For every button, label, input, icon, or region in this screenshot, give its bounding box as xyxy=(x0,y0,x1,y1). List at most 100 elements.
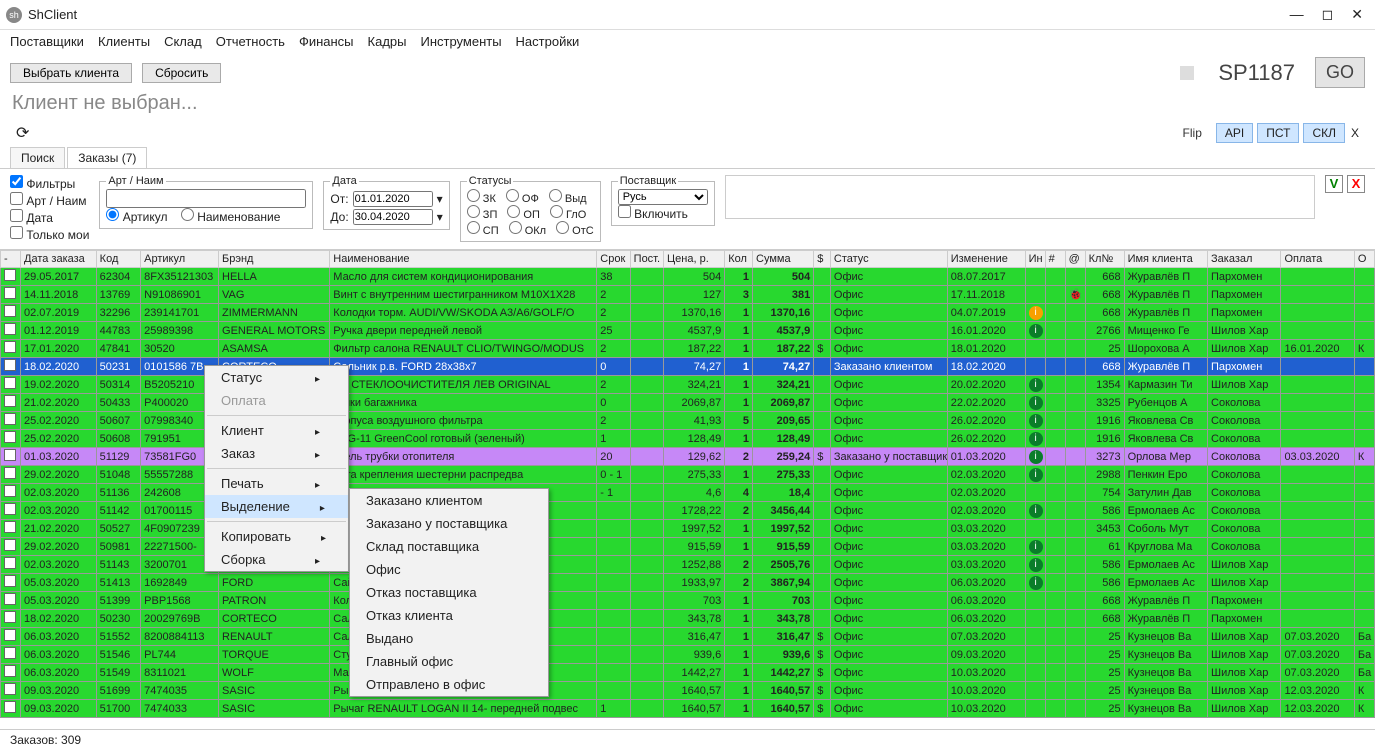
cancel-icon[interactable]: X xyxy=(1347,175,1365,193)
toolbar-client: Выбрать клиента Сбросить SP1187 GO xyxy=(0,53,1375,92)
col-header[interactable]: Артикул xyxy=(141,251,219,268)
col-header[interactable]: Срок xyxy=(597,251,630,268)
col-header[interactable]: Кол xyxy=(725,251,753,268)
col-header[interactable]: Дата заказа xyxy=(21,251,97,268)
table-row[interactable]: 06.03.202051546PL744TORQUEСтупи939,61939… xyxy=(1,646,1375,664)
date-from[interactable] xyxy=(353,191,433,207)
reset-button[interactable]: Сбросить xyxy=(142,63,221,83)
table-row[interactable]: 09.03.2020516997474035SASICРычаг1640,571… xyxy=(1,682,1375,700)
col-header[interactable]: Сумма xyxy=(753,251,814,268)
fs-art: Арт / Наим Артикул Наименование xyxy=(99,175,313,229)
col-header[interactable]: Заказал xyxy=(1208,251,1281,268)
table-row[interactable]: 29.05.2017623048FX35121303HELLAМасло для… xyxy=(1,268,1375,286)
sp-prefix-box xyxy=(1180,66,1194,80)
col-header[interactable]: Цена, р. xyxy=(664,251,725,268)
ctx-item[interactable]: Сборка xyxy=(205,548,348,571)
col-header[interactable]: Код xyxy=(96,251,141,268)
window-title: ShClient xyxy=(28,7,1290,22)
table-row[interactable]: 06.03.2020515498311021WOLFМасло1442,2711… xyxy=(1,664,1375,682)
menu-Инструменты[interactable]: Инструменты xyxy=(420,34,501,49)
date-to[interactable] xyxy=(353,209,433,225)
cb-date[interactable]: Дата xyxy=(10,209,89,226)
menu-Настройки[interactable]: Настройки xyxy=(516,34,580,49)
table-row[interactable]: 14.11.201813769N91086901VAGВинт с внутре… xyxy=(1,286,1375,304)
table-row[interactable]: 17.01.20204784130520ASAMSAФильтр салона … xyxy=(1,340,1375,358)
go-button[interactable]: GO xyxy=(1315,57,1365,88)
menu-Финансы[interactable]: Финансы xyxy=(299,34,354,49)
col-header[interactable]: О xyxy=(1354,251,1374,268)
col-header[interactable]: Наименование xyxy=(330,251,597,268)
ctx-item[interactable]: Статус xyxy=(205,366,348,389)
ctx-sub-item[interactable]: Заказано у поставщика xyxy=(350,512,548,535)
col-header[interactable]: Статус xyxy=(830,251,947,268)
table-row[interactable]: 09.03.2020517007474033SASICРычаг RENAULT… xyxy=(1,700,1375,718)
ctx-item[interactable]: Оплата xyxy=(205,389,348,412)
close-panel[interactable]: X xyxy=(1345,124,1365,142)
table-row[interactable]: 18.02.20205023020029769BCORTECOСальн343,… xyxy=(1,610,1375,628)
context-submenu-selection[interactable]: Заказано клиентомЗаказано у поставщикаСк… xyxy=(349,488,549,697)
ctx-sub-item[interactable]: Отказ клиента xyxy=(350,604,548,627)
art-input[interactable] xyxy=(106,189,306,208)
orders-table-wrap[interactable]: -Дата заказаКодАртикулБрэндНаименованиеС… xyxy=(0,249,1375,729)
cb-include[interactable]: Включить xyxy=(618,207,688,221)
cb-art[interactable]: Арт / Наим xyxy=(10,192,89,209)
r-art[interactable]: Артикул xyxy=(106,210,167,224)
ctx-sub-item[interactable]: Офис xyxy=(350,558,548,581)
menu-Отчетность[interactable]: Отчетность xyxy=(216,34,285,49)
titlebar: sh ShClient — ◻ ✕ xyxy=(0,0,1375,30)
menubar: Поставщики Клиенты Склад Отчетность Финансы К… xyxy=(0,30,1375,53)
ctx-item[interactable]: Заказ xyxy=(205,442,348,465)
col-header[interactable]: Ин xyxy=(1025,251,1045,268)
refresh-icon[interactable]: ⟳ xyxy=(10,121,35,145)
ctx-sub-item[interactable]: Заказано клиентом xyxy=(350,489,548,512)
pst-badge[interactable]: ПСТ xyxy=(1257,123,1299,143)
tab-orders[interactable]: Заказы (7) xyxy=(67,147,147,168)
col-header[interactable]: Пост. xyxy=(630,251,663,268)
app-logo: sh xyxy=(6,7,22,23)
ctx-item[interactable]: Выделение xyxy=(205,495,348,518)
cb-mine[interactable]: Только мои xyxy=(10,226,89,243)
col-header[interactable]: Изменение xyxy=(947,251,1025,268)
ctx-sub-item[interactable]: Склад поставщика xyxy=(350,535,548,558)
col-header[interactable]: $ xyxy=(814,251,831,268)
table-row[interactable]: 05.03.2020514131692849FORDСайле1933,9723… xyxy=(1,574,1375,592)
supplier-select[interactable]: Русь xyxy=(618,189,708,205)
menu-Клиенты[interactable]: Клиенты xyxy=(98,34,150,49)
skl-badge[interactable]: СКЛ xyxy=(1303,123,1345,143)
apply-icon[interactable]: V xyxy=(1325,175,1343,193)
ctx-sub-item[interactable]: Отказ поставщика xyxy=(350,581,548,604)
col-header[interactable]: # xyxy=(1045,251,1065,268)
maximize-icon[interactable]: ◻ xyxy=(1322,6,1334,23)
cb-filters[interactable]: Фильтры xyxy=(10,175,89,192)
tab-search[interactable]: Поиск xyxy=(10,147,65,168)
table-row[interactable]: 05.03.202051399PBP1568PATRONКолод7031703… xyxy=(1,592,1375,610)
table-row[interactable]: 01.12.20194478325989398GENERAL MOTORSРуч… xyxy=(1,322,1375,340)
menu-Склад[interactable]: Склад xyxy=(164,34,202,49)
ctx-sub-item[interactable]: Выдано xyxy=(350,627,548,650)
context-menu[interactable]: СтатусОплата КлиентЗаказ ПечатьВыделение Ко… xyxy=(204,365,349,572)
col-header[interactable]: @ xyxy=(1065,251,1085,268)
sp-code: SP1187 xyxy=(1208,60,1305,86)
col-header[interactable]: Кл№ xyxy=(1085,251,1124,268)
col-header[interactable]: - xyxy=(1,251,21,268)
table-row[interactable]: 02.07.201932296239141701ZIMMERMANNКолодк… xyxy=(1,304,1375,322)
menu-Кадры[interactable]: Кадры xyxy=(368,34,407,49)
r-name[interactable]: Наименование xyxy=(181,210,281,224)
menu-Поставщики[interactable]: Поставщики xyxy=(10,34,84,49)
col-header[interactable]: Брэнд xyxy=(219,251,330,268)
minimize-icon[interactable]: — xyxy=(1290,6,1304,23)
col-header[interactable]: Оплата xyxy=(1281,251,1354,268)
close-icon[interactable]: ✕ xyxy=(1351,6,1363,23)
ctx-item[interactable]: Клиент xyxy=(205,419,348,442)
col-header[interactable]: Имя клиента xyxy=(1124,251,1207,268)
ctx-sub-item[interactable]: Главный офис xyxy=(350,650,548,673)
select-client-button[interactable]: Выбрать клиента xyxy=(10,63,132,83)
fs-supplier: Поставщик Русь Включить xyxy=(611,175,715,226)
ctx-item[interactable]: Печать xyxy=(205,472,348,495)
api-badge[interactable]: API xyxy=(1216,123,1253,143)
ctx-sub-item[interactable]: Отправлено в офис xyxy=(350,673,548,696)
fs-empty xyxy=(725,175,1315,219)
ctx-item[interactable]: Копировать xyxy=(205,525,348,548)
flip-label[interactable]: Flip xyxy=(1183,126,1212,140)
table-row[interactable]: 06.03.2020515528200884113RENAULTСальн316… xyxy=(1,628,1375,646)
